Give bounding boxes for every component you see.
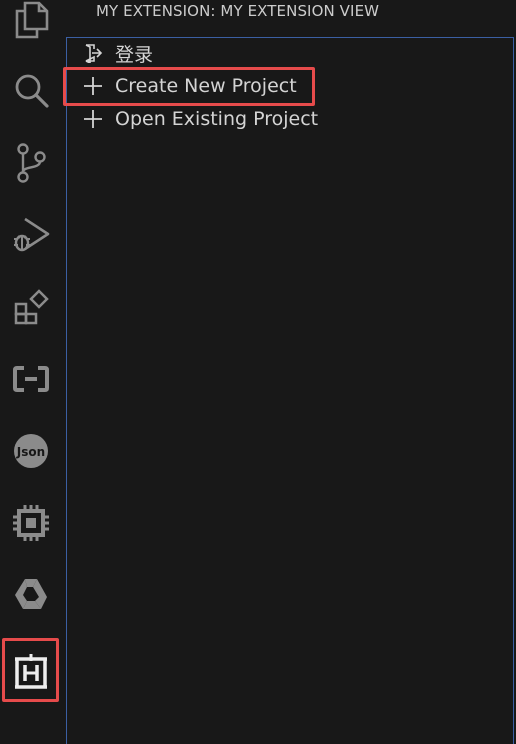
tree-item-label: Open Existing Project xyxy=(115,108,319,130)
tri-logo-icon[interactable] xyxy=(0,564,62,626)
remote-explorer-icon[interactable] xyxy=(0,348,62,410)
search-icon[interactable] xyxy=(0,60,62,122)
tree-item-login[interactable]: 登录 xyxy=(82,38,153,68)
tree-item-label: 登录 xyxy=(115,43,154,66)
vscode-window: Json MY EXTENSION: MY EXTENSION VIEW 登录 … xyxy=(0,0,516,744)
view-panel xyxy=(66,37,514,744)
view-title: MY EXTENSION: MY EXTENSION VIEW xyxy=(96,2,380,20)
explorer-icon[interactable] xyxy=(0,0,62,50)
extensions-icon[interactable] xyxy=(0,276,62,338)
plus-icon xyxy=(82,108,104,130)
row-highlight-box xyxy=(63,67,315,106)
json-icon[interactable]: Json xyxy=(0,420,62,482)
chip-icon[interactable] xyxy=(0,492,62,554)
sign-in-icon xyxy=(82,42,104,64)
svg-text:Json: Json xyxy=(16,445,45,459)
run-debug-icon[interactable] xyxy=(0,204,62,266)
source-control-icon[interactable] xyxy=(0,132,62,194)
activity-bar: Json xyxy=(0,0,62,744)
activity-highlight-box xyxy=(2,638,59,702)
tree-item-open-existing-project[interactable]: Open Existing Project xyxy=(82,104,318,134)
